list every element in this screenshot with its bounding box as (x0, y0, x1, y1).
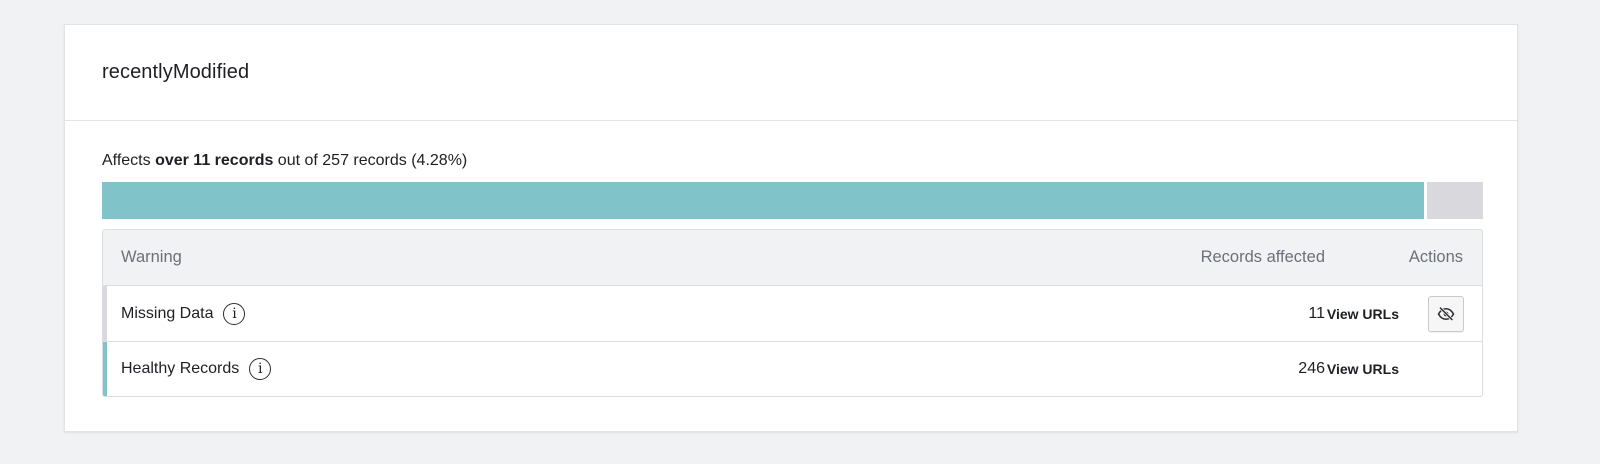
actions-cell: View URLs (1325, 295, 1482, 332)
warning-cell: Missing Data i (103, 302, 1063, 325)
affects-summary: Affects over 11 records out of 257 recor… (102, 151, 1481, 171)
actions-cell: View URLs (1325, 361, 1482, 377)
warning-name: Missing Data (121, 304, 214, 322)
header-warning: Warning (121, 248, 182, 266)
table-row: Missing Data i 11 View URLs (103, 286, 1482, 341)
affects-highlight: over 11 records (155, 152, 274, 169)
affects-suffix: out of 257 records (4.28%) (273, 152, 468, 169)
info-icon[interactable]: i (223, 302, 246, 325)
table-header: Warning Records affected Actions (103, 230, 1482, 286)
warning-name: Healthy Records (121, 360, 240, 377)
warning-cell: Healthy Records i (103, 358, 1063, 380)
header-records-affected: Records affected (1200, 248, 1325, 266)
progress-healthy-segment (102, 182, 1424, 219)
progress-missing-segment (1426, 182, 1483, 219)
card-title: recentlyModified (102, 61, 250, 83)
header-actions: Actions (1408, 248, 1463, 266)
records-count: 11 (1308, 304, 1325, 322)
records-count: 246 (1298, 360, 1325, 377)
view-urls-link[interactable]: View URLs (1327, 361, 1399, 377)
hide-warning-button[interactable] (1428, 295, 1464, 332)
view-urls-link[interactable]: View URLs (1327, 306, 1399, 322)
report-card: recentlyModified Affects over 11 records… (64, 24, 1518, 432)
card-body: Affects over 11 records out of 257 recor… (65, 121, 1517, 397)
records-progress-bar (102, 182, 1483, 219)
eye-slash-icon (1437, 306, 1455, 321)
row-accent (103, 342, 107, 396)
table-row: Healthy Records i 246 View URLs (103, 341, 1482, 396)
row-accent (103, 286, 107, 341)
info-icon[interactable]: i (249, 358, 272, 380)
affects-prefix: Affects (102, 152, 156, 169)
warnings-table: Warning Records affected Actions Missing… (102, 229, 1483, 397)
card-header: recentlyModified (65, 25, 1517, 121)
